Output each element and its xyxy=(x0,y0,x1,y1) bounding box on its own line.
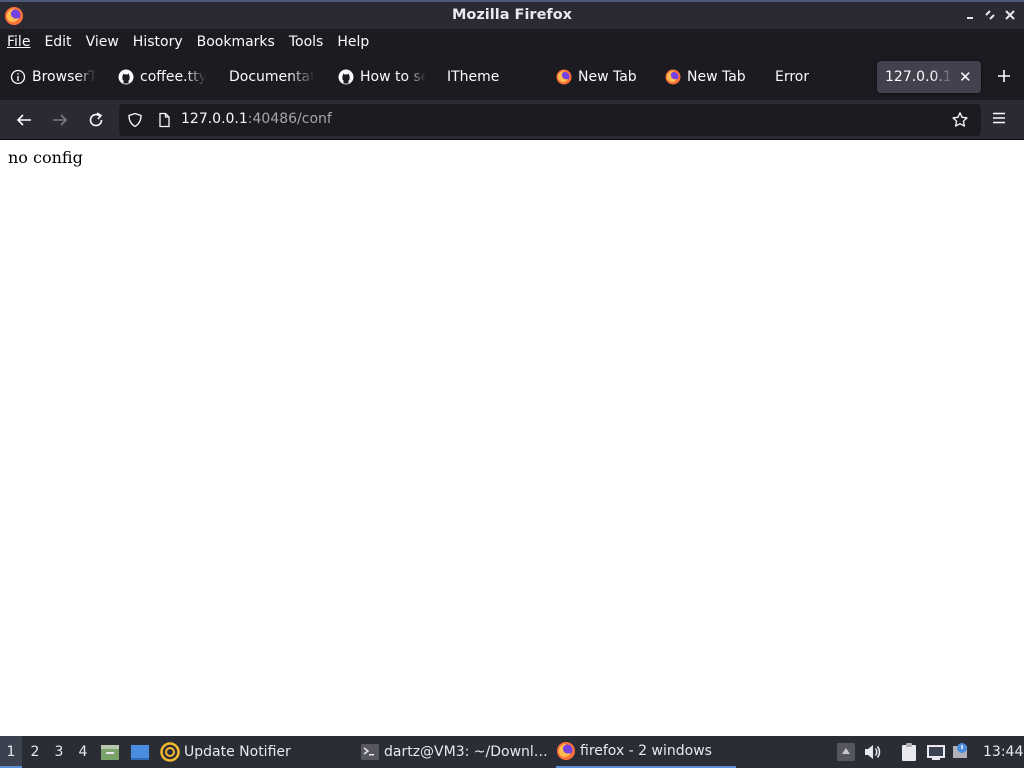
menu-edit[interactable]: Edit xyxy=(44,34,71,50)
maximize-button[interactable] xyxy=(983,8,997,22)
menu-tools-label: Tools xyxy=(288,33,324,50)
reload-icon xyxy=(89,112,103,127)
task-terminal[interactable]: dartz@VM3: ~/Downl… xyxy=(360,736,548,768)
new-tab-button[interactable] xyxy=(994,66,1014,86)
arrow-right-icon xyxy=(53,114,68,126)
desktop-icon[interactable] xyxy=(130,742,150,762)
menu-history-label: History xyxy=(132,33,183,50)
task-update-notifier[interactable]: Update Notifier xyxy=(160,736,291,768)
github-icon xyxy=(118,69,134,85)
url-path: :40486/conf xyxy=(247,111,332,127)
task-label: dartz@VM3: ~/Downl… xyxy=(384,744,548,760)
menu-history[interactable]: History xyxy=(133,34,183,50)
menu-view[interactable]: View xyxy=(86,34,119,50)
info-icon xyxy=(10,69,26,85)
tab-how-to[interactable]: How to se xyxy=(338,61,426,93)
menu-file-label: File xyxy=(7,33,31,50)
page-content: no config xyxy=(0,140,1024,736)
tab-label: Documentati xyxy=(229,69,315,85)
menu-help-label: Help xyxy=(337,33,370,50)
tab-label: ITheme xyxy=(447,69,500,85)
window-title: Mozilla Firefox xyxy=(451,7,573,23)
tab-strip: BrowserTo coffee.tty Documentati How to … xyxy=(0,54,1024,100)
menu-bar: File Edit View History Bookmarks Tools H… xyxy=(0,29,1024,54)
tab-browserto[interactable]: BrowserTo xyxy=(10,61,96,93)
tab-label: BrowserTo xyxy=(32,69,96,85)
app-menu-button[interactable] xyxy=(989,108,1009,132)
shield-icon[interactable] xyxy=(127,112,143,128)
tab-new-tab-1[interactable]: New Tab xyxy=(556,61,646,93)
plus-icon xyxy=(998,70,1010,82)
star-bookmark-icon[interactable] xyxy=(951,111,969,129)
workspace-2[interactable]: 2 xyxy=(24,736,46,768)
tab-label: 127.0.0.1:4 xyxy=(885,69,953,85)
close-icon xyxy=(1005,10,1015,20)
task-label: firefox - 2 windows xyxy=(580,743,712,759)
menu-edit-label: Edit xyxy=(44,33,72,50)
workspace-1[interactable]: 1 xyxy=(0,736,22,768)
task-firefox[interactable]: firefox - 2 windows xyxy=(556,736,736,768)
url-text[interactable]: 127.0.0.1:40486/conf xyxy=(181,111,332,127)
task-label: Update Notifier xyxy=(184,744,291,760)
page-body-text: no config xyxy=(8,148,83,167)
close-window-button[interactable] xyxy=(1003,8,1017,22)
clipboard-icon[interactable] xyxy=(899,742,919,762)
update-notifier-icon xyxy=(160,742,180,762)
menu-view-label: View xyxy=(85,33,119,50)
github-icon xyxy=(338,69,354,85)
workspace-3[interactable]: 3 xyxy=(48,736,70,768)
url-host: 127.0.0.1 xyxy=(181,111,248,127)
firefox-icon xyxy=(665,69,681,85)
tab-new-tab-2[interactable]: New Tab xyxy=(665,61,755,93)
menu-bookmarks-label: Bookmarks xyxy=(196,33,275,50)
close-tab-icon[interactable]: ✕ xyxy=(959,68,972,86)
tab-label: How to se xyxy=(360,69,426,85)
workspace-4[interactable]: 4 xyxy=(72,736,94,768)
volume-icon[interactable] xyxy=(862,742,882,762)
back-button[interactable] xyxy=(12,108,36,132)
network-icon[interactable] xyxy=(926,742,946,762)
clock[interactable]: 13:44 xyxy=(983,744,1023,760)
hamburger-menu-icon xyxy=(993,112,1005,124)
taskbar: 1 2 3 4 Update Notifier dartz@VM3: ~/Dow… xyxy=(0,736,1024,768)
navigation-toolbar: 127.0.0.1:40486/conf xyxy=(0,100,1024,140)
menu-tools[interactable]: Tools xyxy=(289,34,324,50)
maximize-icon xyxy=(985,10,995,20)
page-icon[interactable] xyxy=(156,112,172,128)
file-manager-icon[interactable] xyxy=(100,742,120,762)
tab-label: New Tab xyxy=(578,69,637,85)
tab-label: New Tab xyxy=(687,69,746,85)
tab-documentation[interactable]: Documentati xyxy=(229,61,315,93)
window-titlebar[interactable]: Mozilla Firefox xyxy=(0,0,1024,29)
tab-label: coffee.tty xyxy=(140,69,206,85)
terminal-icon xyxy=(361,744,379,760)
menu-file[interactable]: File xyxy=(7,34,30,50)
menu-help[interactable]: Help xyxy=(337,34,369,50)
tab-coffee[interactable]: coffee.tty xyxy=(118,61,206,93)
tab-itheme[interactable]: ITheme xyxy=(447,61,537,93)
tab-active-localhost[interactable]: 127.0.0.1:4 ✕ xyxy=(877,61,981,93)
notification-icon[interactable] xyxy=(952,742,972,762)
arrow-left-icon xyxy=(16,114,31,126)
reload-button[interactable] xyxy=(84,108,108,132)
tab-label: Error xyxy=(775,69,810,85)
firefox-icon xyxy=(556,69,572,85)
menu-bookmarks[interactable]: Bookmarks xyxy=(197,34,275,50)
tray-arrow-icon[interactable] xyxy=(836,742,856,762)
minimize-icon xyxy=(967,17,973,19)
address-bar[interactable]: 127.0.0.1:40486/conf xyxy=(119,104,981,136)
tab-error[interactable]: Error xyxy=(775,61,855,93)
firefox-icon xyxy=(557,742,575,760)
forward-button[interactable] xyxy=(48,108,72,132)
minimize-button[interactable] xyxy=(963,8,977,22)
